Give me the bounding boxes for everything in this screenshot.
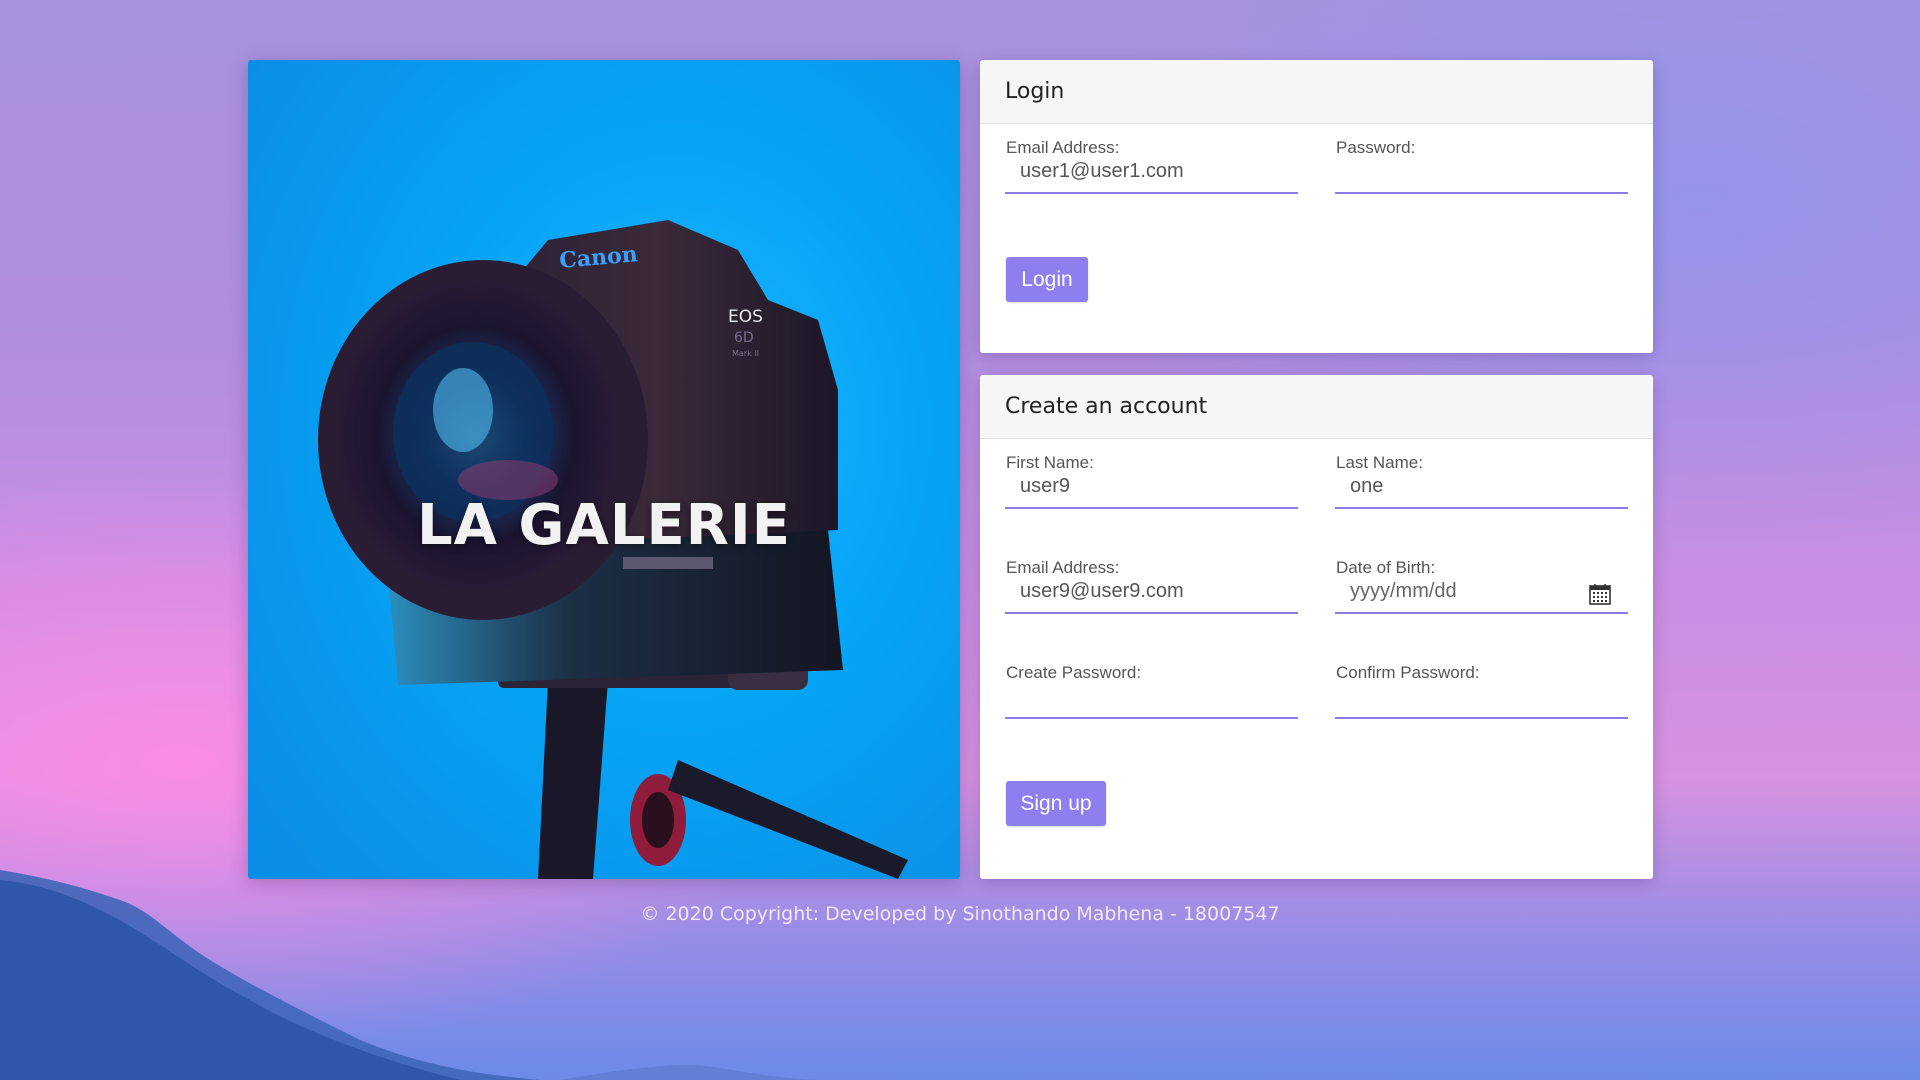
last-name-field[interactable]: Last Name: one xyxy=(1335,439,1628,509)
signup-button[interactable]: Sign up xyxy=(1006,781,1106,826)
login-card: Login Email Address: user1@user1.com Pas… xyxy=(980,60,1653,353)
camera-submodel-label: 6D xyxy=(734,330,754,346)
login-email-field[interactable]: Email Address: user1@user1.com xyxy=(1005,124,1298,194)
date-of-birth-field[interactable]: Date of Birth: yyyy/mm/dd xyxy=(1335,544,1628,614)
login-password-field[interactable]: Password: xyxy=(1335,124,1628,194)
last-name-input[interactable]: one xyxy=(1350,475,1383,498)
first-name-input[interactable]: user9 xyxy=(1020,475,1070,498)
camera-model-label: EOS xyxy=(728,307,763,327)
date-of-birth-label: Date of Birth: xyxy=(1336,558,1436,577)
last-name-label: Last Name: xyxy=(1336,453,1423,472)
camera-mark-label: Mark II xyxy=(732,349,759,358)
confirm-password-label: Confirm Password: xyxy=(1336,663,1480,682)
date-of-birth-input[interactable]: yyyy/mm/dd xyxy=(1350,580,1457,603)
first-name-field[interactable]: First Name: user9 xyxy=(1005,439,1298,509)
signup-header: Create an account xyxy=(980,375,1653,439)
first-name-label: First Name: xyxy=(1006,453,1094,472)
signup-email-input[interactable]: user9@user9.com xyxy=(1020,580,1184,603)
login-header: Login xyxy=(980,60,1653,124)
hero-image-panel: Canon EOS 6D Mark II LA GALERIE xyxy=(248,60,960,879)
login-email-label: Email Address: xyxy=(1006,138,1120,157)
confirm-password-field[interactable]: Confirm Password: xyxy=(1335,649,1628,719)
create-password-field[interactable]: Create Password: xyxy=(1005,649,1298,719)
login-email-input[interactable]: user1@user1.com xyxy=(1020,160,1184,183)
signup-email-field[interactable]: Email Address: user9@user9.com xyxy=(1005,544,1298,614)
create-password-label: Create Password: xyxy=(1006,663,1142,682)
camera-illustration: Canon EOS 6D Mark II xyxy=(318,220,908,879)
login-button[interactable]: Login xyxy=(1006,257,1088,302)
login-password-label: Password: xyxy=(1336,138,1416,157)
calendar-icon[interactable] xyxy=(1588,582,1612,606)
footer-copyright: © 2020 Copyright: Developed by Sinothand… xyxy=(640,903,1280,925)
signup-card: Create an account First Name: user9 Last… xyxy=(980,375,1653,879)
site-title: LA GALERIE xyxy=(417,493,791,558)
signup-email-label: Email Address: xyxy=(1006,558,1120,577)
